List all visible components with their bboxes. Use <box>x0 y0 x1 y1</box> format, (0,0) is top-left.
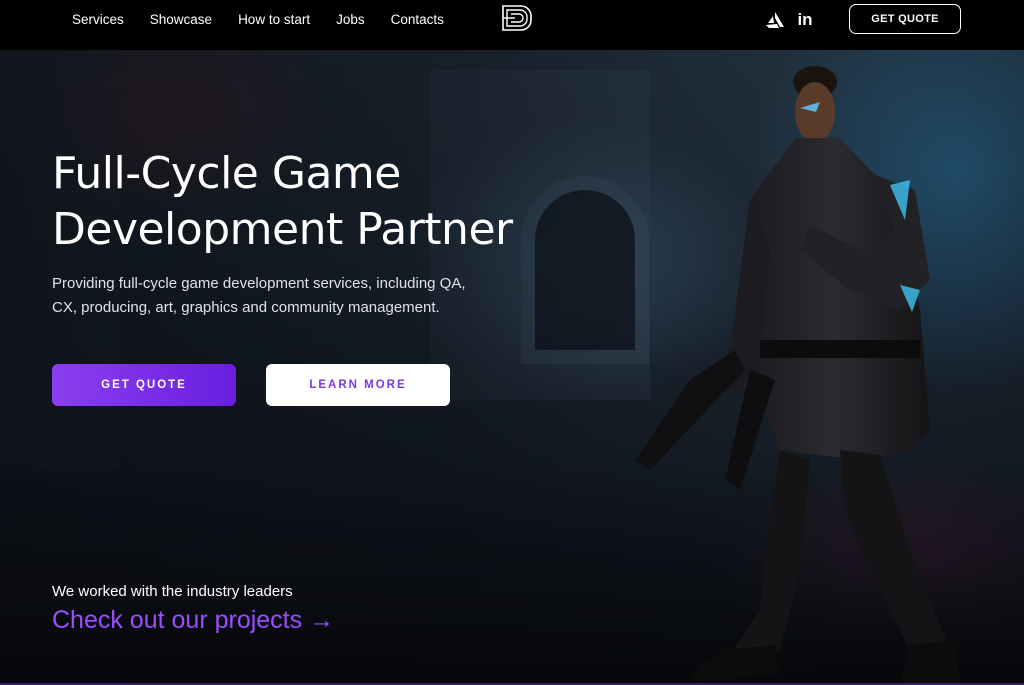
get-quote-button[interactable]: GET QUOTE <box>52 364 236 406</box>
linkedin-icon[interactable]: in <box>795 10 815 30</box>
learn-more-button[interactable]: LEARN MORE <box>266 364 450 406</box>
nav-link-showcase[interactable]: Showcase <box>150 12 212 27</box>
hero-title-line-1: Full-Cycle Game <box>52 148 401 199</box>
hero-section: Full-Cycle Game Development Partner Prov… <box>0 50 1024 685</box>
nav-link-contacts[interactable]: Contacts <box>391 12 444 27</box>
hero-title: Full-Cycle Game Development Partner <box>52 146 612 258</box>
get-quote-header-button[interactable]: GET QUOTE <box>849 4 961 34</box>
site-header: Services Showcase How to start Jobs Cont… <box>0 0 1024 50</box>
nav-link-jobs[interactable]: Jobs <box>336 12 365 27</box>
nav-link-services[interactable]: Services <box>72 12 124 27</box>
d-logo-icon[interactable] <box>501 4 533 32</box>
game-character-image <box>635 66 960 685</box>
industry-leaders-text: We worked with the industry leaders <box>52 583 293 600</box>
check-projects-link[interactable]: Check out our projects → <box>52 606 334 635</box>
artstation-icon[interactable] <box>765 10 785 30</box>
hero-subtitle: Providing full-cycle game development se… <box>52 275 466 316</box>
hero-title-line-2: Development Partner <box>52 204 513 255</box>
main-nav: Services Showcase How to start Jobs Cont… <box>72 0 470 38</box>
nav-link-how-to-start[interactable]: How to start <box>238 12 310 27</box>
